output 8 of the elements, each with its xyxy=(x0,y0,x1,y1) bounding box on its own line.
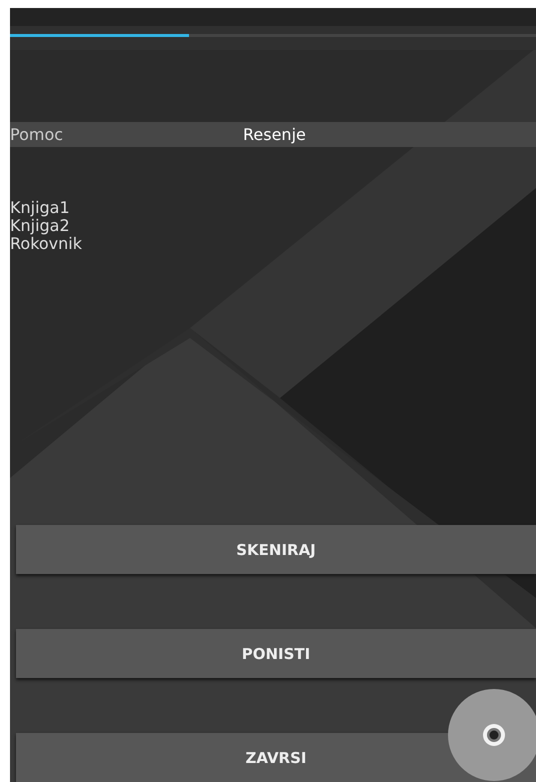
lens-icon xyxy=(482,723,506,747)
list-item: Knjiga1 xyxy=(10,199,71,217)
help-tab[interactable]: Pomoc xyxy=(10,125,243,144)
list-item: Knjiga2 xyxy=(10,217,71,235)
action-button[interactable]: PONISTI xyxy=(16,629,536,678)
solution-tab[interactable]: Resenje xyxy=(243,125,306,144)
action-button[interactable]: SKENIRAJ xyxy=(16,525,536,574)
list-item: Rokovnik xyxy=(10,235,83,253)
